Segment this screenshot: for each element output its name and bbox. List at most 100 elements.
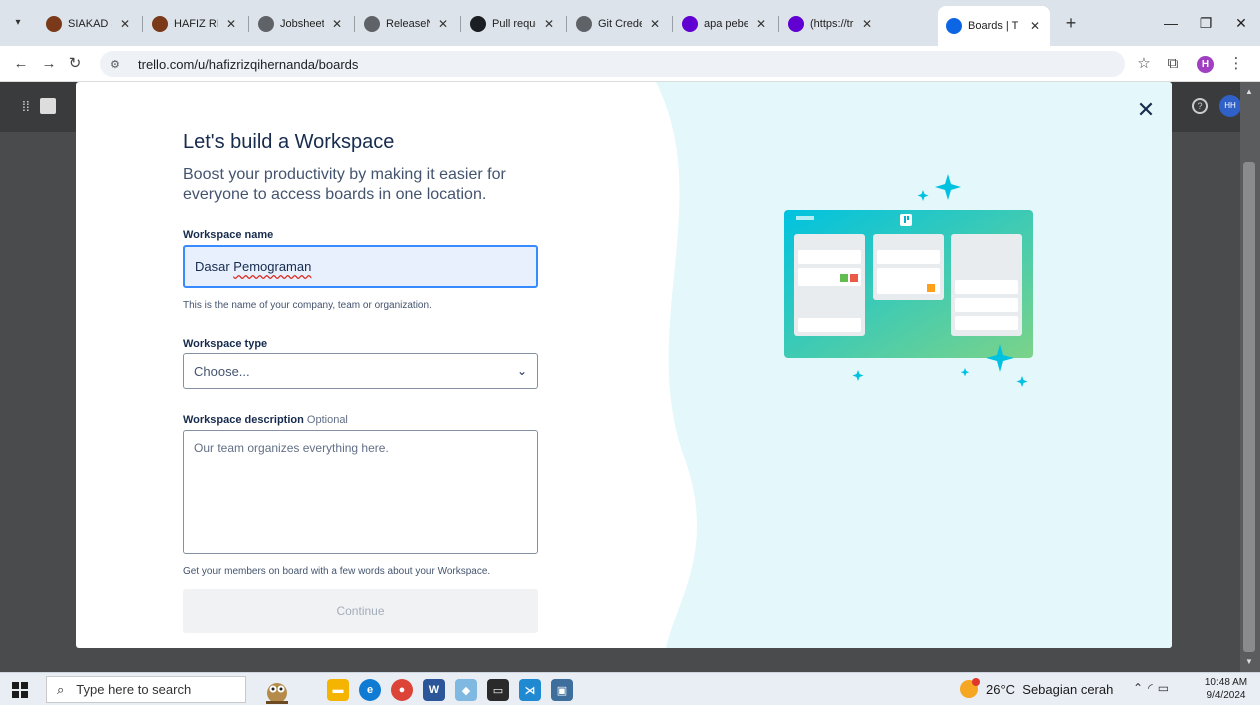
workspace-description-help: Get your members on board with a few wor… [183, 566, 491, 577]
profile-avatar[interactable]: H [1197, 56, 1214, 73]
taskbar-clock[interactable]: 10:48 AM 9/4/2024 [1196, 676, 1256, 702]
tab-favicon-icon [46, 16, 62, 32]
system-tray[interactable]: ⌃◜▭ [1133, 681, 1174, 695]
browser-tab[interactable]: Jobsheet ✕ [250, 8, 352, 40]
browser-tab[interactable]: HAFIZ RIZ ✕ [144, 8, 246, 40]
chevron-down-icon: ⌄ [516, 364, 527, 378]
forward-button[interactable]: → [38, 53, 60, 75]
tab-close-icon[interactable]: ✕ [542, 17, 556, 31]
workspace-description-label: Workspace description Optional [183, 414, 348, 426]
create-workspace-modal: ✕ Let's build a Workspace Boost your pro… [76, 82, 1172, 648]
owl-widget-icon[interactable] [262, 675, 292, 705]
terminal-icon[interactable]: ▭ [487, 679, 509, 701]
tab-separator [778, 16, 779, 32]
taskbar-search-placeholder: Type here to search [76, 682, 192, 697]
weather-sun-icon [960, 678, 980, 698]
sourcetree-icon[interactable]: ◆ [455, 679, 477, 701]
windows-start-icon[interactable] [12, 682, 28, 698]
workspace-type-select[interactable]: Choose... ⌄ [183, 353, 538, 389]
chrome-icon[interactable]: ● [391, 679, 413, 701]
scroll-down-arrow-icon[interactable]: ▼ [1243, 656, 1255, 668]
taskbar-search-box[interactable]: ⌕ Type here to search [46, 676, 246, 703]
tab-close-icon[interactable]: ✕ [1028, 19, 1042, 33]
page-scrollbar[interactable]: ▲ ▼ [1240, 82, 1260, 672]
address-bar[interactable]: ⚙ trello.com/u/hafizrizqihernanda/boards [100, 51, 1125, 77]
tab-favicon-icon [152, 16, 168, 32]
tab-close-icon[interactable]: ✕ [224, 17, 238, 31]
tab-favicon-icon [258, 16, 274, 32]
tab-favicon-icon [576, 16, 592, 32]
weather-text: 26°C Sebagian cerah [986, 681, 1114, 697]
app-switcher-icon[interactable]: ⁞⁞ [22, 98, 30, 114]
tab-title: Boards | T [968, 20, 1019, 32]
workspace-description-label-text: Workspace description [183, 414, 304, 426]
tab-close-icon[interactable]: ✕ [330, 17, 344, 31]
continue-button[interactable]: Continue [183, 589, 538, 633]
file-explorer-icon[interactable]: ▬ [327, 679, 349, 701]
tab-title: apa pebe [704, 18, 748, 30]
tab-favicon-icon [946, 18, 962, 34]
edge-icon[interactable]: e [359, 679, 381, 701]
workspace-name-misspelled: Pemograman [233, 259, 312, 274]
back-button[interactable]: ← [10, 53, 32, 75]
new-tab-button[interactable]: + [1060, 12, 1082, 34]
browser-toolbar: ← → ↻ ⚙ trello.com/u/hafizrizqihernanda/… [0, 46, 1260, 82]
tab-separator [142, 16, 143, 32]
tab-separator [460, 16, 461, 32]
tab-close-icon[interactable]: ✕ [436, 17, 450, 31]
close-window-button[interactable]: ✕ [1230, 12, 1252, 34]
help-icon[interactable]: ? [1192, 98, 1208, 114]
minimize-window-button[interactable]: — [1160, 12, 1182, 34]
workspace-description-textarea[interactable]: Our team organizes everything here. [183, 430, 538, 554]
site-info-icon[interactable]: ⚙ [110, 58, 128, 71]
tab-close-icon[interactable]: ✕ [860, 17, 874, 31]
close-modal-button[interactable]: ✕ [1134, 98, 1158, 122]
browser-tab[interactable]: Boards | T ✕ [938, 6, 1050, 46]
clock-time: 10:48 AM [1204, 677, 1248, 688]
tab-title: (https://tr [810, 18, 854, 30]
tab-title: SIAKAD 3 [68, 18, 112, 30]
board-illustration [784, 210, 1033, 358]
weather-widget[interactable]: 26°C Sebagian cerah [960, 678, 1114, 698]
battery-icon[interactable]: ▭ [1158, 681, 1174, 695]
tab-close-icon[interactable]: ✕ [118, 17, 132, 31]
reload-button[interactable]: ↻ [64, 53, 86, 75]
workspace-name-input[interactable]: Dasar Pemograman [183, 245, 538, 288]
url-text: trello.com/u/hafizrizqihernanda/boards [138, 56, 359, 72]
search-icon: ⌕ [57, 681, 65, 697]
browser-tab[interactable]: Pull reque ✕ [462, 8, 564, 40]
tab-search-dropdown[interactable]: ▾ [8, 12, 28, 32]
tab-title: ReleaseN [386, 18, 430, 30]
bookmark-star-icon[interactable]: ☆ [1133, 53, 1155, 75]
browser-tab[interactable]: SIAKAD 3 ✕ [38, 8, 140, 40]
browser-tab[interactable]: apa pebe ✕ [674, 8, 776, 40]
tab-title: HAFIZ RIZ [174, 18, 218, 30]
browser-tab[interactable]: Git Crede ✕ [568, 8, 670, 40]
browser-tab-strip: ▾ SIAKAD 3✕HAFIZ RIZ✕Jobsheet✕ReleaseN✕P… [0, 0, 1260, 46]
tab-separator [248, 16, 249, 32]
tab-favicon-icon [470, 16, 486, 32]
browser-tab[interactable]: (https://tr ✕ [780, 8, 882, 40]
browser-menu-icon[interactable]: ⋮ [1225, 53, 1247, 75]
browser-tab[interactable]: ReleaseN ✕ [356, 8, 458, 40]
modal-subheading: Boost your productivity by making it eas… [183, 166, 506, 203]
scroll-up-arrow-icon[interactable]: ▲ [1243, 86, 1255, 98]
vscode-icon[interactable]: ⋊ [519, 679, 541, 701]
word-icon[interactable]: W [423, 679, 445, 701]
workspace-description-placeholder: Our team organizes everything here. [194, 441, 389, 455]
modal-heading: Let's build a Workspace [183, 131, 395, 153]
tab-separator [566, 16, 567, 32]
user-avatar[interactable]: HH [1219, 95, 1241, 117]
tab-close-icon[interactable]: ✕ [754, 17, 768, 31]
tab-title: Pull reque [492, 18, 536, 30]
workspace-name-label: Workspace name [183, 229, 274, 241]
extensions-icon[interactable]: ⧉ [1162, 53, 1184, 75]
tab-favicon-icon [682, 16, 698, 32]
wifi-icon[interactable]: ◜ [1148, 681, 1158, 695]
remote-desktop-icon[interactable]: ▣ [551, 679, 573, 701]
scroll-thumb[interactable] [1243, 162, 1255, 652]
tab-close-icon[interactable]: ✕ [648, 17, 662, 31]
trello-logo-icon[interactable] [40, 98, 56, 114]
restore-window-button[interactable]: ❐ [1195, 12, 1217, 34]
tray-expand-icon[interactable]: ⌃ [1133, 681, 1148, 695]
